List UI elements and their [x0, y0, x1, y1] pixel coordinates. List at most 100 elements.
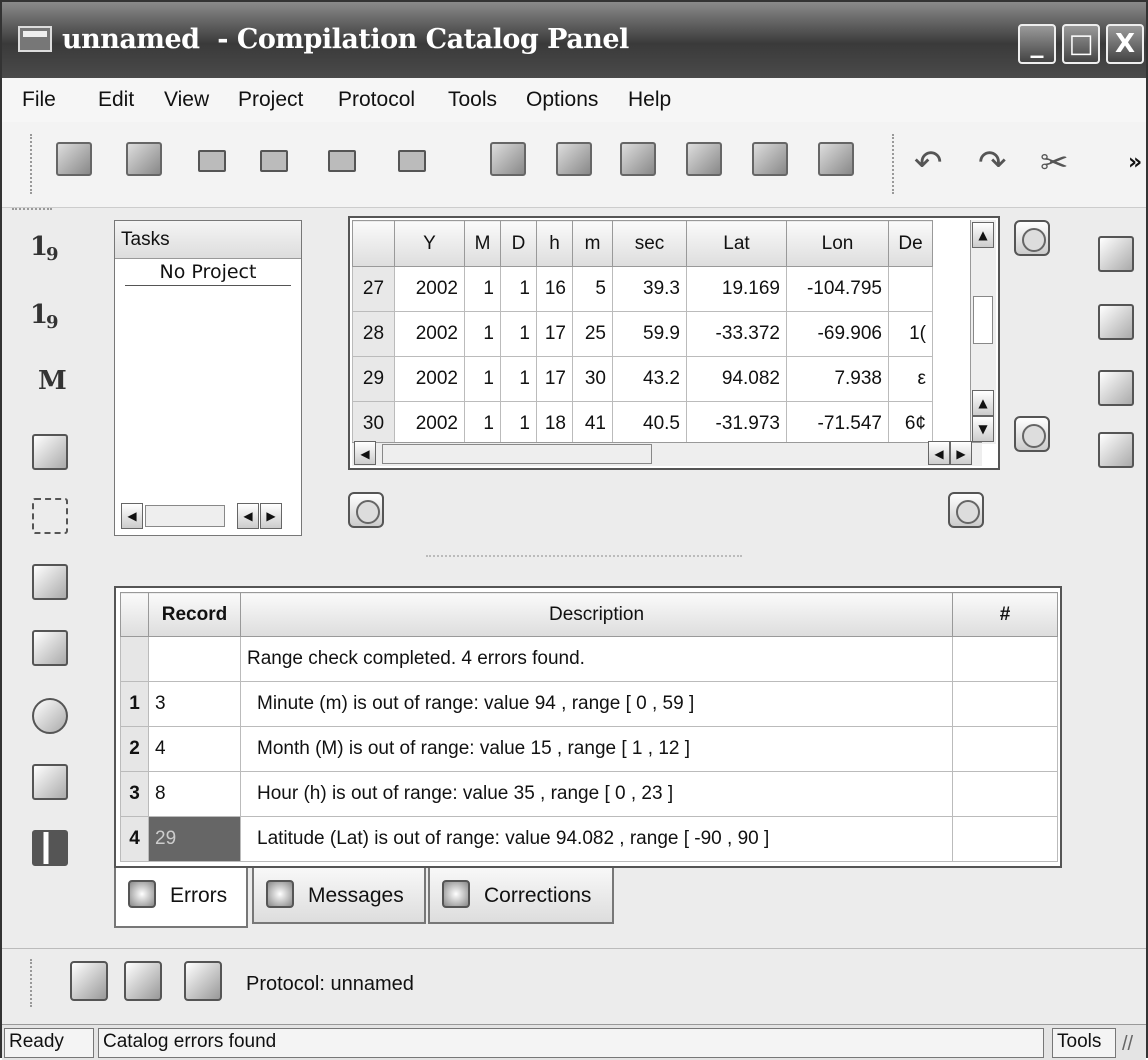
menu-protocol[interactable]: Protocol [338, 88, 415, 112]
catalog-cell[interactable]: 6¢ [888, 401, 933, 447]
close-button[interactable]: X [1106, 24, 1144, 64]
nav-left-icon[interactable] [348, 492, 384, 528]
tree-insert-icon[interactable] [28, 626, 72, 670]
scroll-left-icon[interactable]: ◀ [121, 503, 143, 529]
catalog-cell[interactable]: 43.2 [612, 356, 687, 402]
error-count-cell[interactable] [952, 816, 1058, 862]
catalog-cell[interactable]: 19.169 [686, 266, 787, 312]
catalog-cell[interactable]: -69.906 [786, 311, 889, 357]
catalog-grid[interactable]: Y M D h m sec Lat Lon De 27 2002 1 1 16 5 39.3… [348, 216, 1000, 470]
open-catalog-icon[interactable] [550, 136, 598, 184]
error-row-number[interactable]: 3 [120, 771, 149, 817]
scroll-thumb[interactable] [382, 444, 652, 464]
catalog-cell[interactable]: 1 [500, 266, 537, 312]
catalog-col-header[interactable]: h [536, 220, 573, 267]
scroll-down-icon[interactable]: ▼ [972, 416, 994, 442]
splitter-handle[interactable] [426, 555, 742, 557]
scroll-thumb[interactable] [973, 296, 993, 344]
error-row[interactable]: 1 3 Minute (m) is out of range: value 94 ,… [120, 681, 1058, 727]
catalog-row[interactable]: 28 2002 1 1 17 25 59.9 -33.372 -69.906 1( [352, 311, 933, 357]
error-row[interactable]: 2 4 Month (M) is out of range: value 15 , … [120, 726, 1058, 772]
tab-messages[interactable]: Messages [252, 868, 426, 924]
catalog-cell[interactable]: ε [888, 356, 933, 402]
magnitude-icon[interactable]: M [28, 362, 72, 406]
scroll-left-icon[interactable]: ◀ [354, 441, 376, 465]
error-row-number[interactable]: 2 [120, 726, 149, 772]
scroll-left-icon[interactable]: ◀ [928, 441, 950, 465]
row-number[interactable]: 28 [352, 311, 395, 357]
catalog-cell[interactable] [888, 266, 933, 312]
catalog-cell[interactable]: 17 [536, 311, 573, 357]
tasks-no-project[interactable]: No Project [125, 259, 291, 286]
save-catalog-icon[interactable] [746, 136, 794, 184]
catalog-cell[interactable]: 39.3 [612, 266, 687, 312]
search-range-icon[interactable] [28, 694, 72, 738]
toolbar-grip[interactable] [30, 134, 34, 194]
catalog-cell[interactable]: 94.082 [686, 356, 787, 402]
catalog-cell[interactable]: 2002 [394, 401, 465, 447]
error-description[interactable]: Month (M) is out of range: value 15 , ra… [240, 726, 953, 772]
catalog-cell[interactable]: 1 [464, 266, 501, 312]
catalog-col-header[interactable]: m [572, 220, 613, 267]
tab-corrections[interactable]: Corrections [428, 868, 614, 924]
catalog-cell[interactable]: 17 [536, 356, 573, 402]
catalog-cell[interactable]: 18 [536, 401, 573, 447]
catalog-col-header[interactable]: Lat [686, 220, 787, 267]
print-icon[interactable] [388, 136, 436, 184]
menu-project[interactable]: Project [238, 88, 303, 112]
nav-up-icon[interactable] [1014, 220, 1050, 256]
histogram-icon[interactable] [28, 826, 72, 870]
catalog-col-header[interactable]: Y [394, 220, 465, 267]
undo-icon[interactable]: ↶ [912, 136, 960, 184]
catalog-cell[interactable]: 30 [572, 356, 613, 402]
open-project-icon[interactable] [120, 136, 168, 184]
catalog-cell[interactable]: 1 [464, 311, 501, 357]
save-all-icon[interactable] [250, 136, 298, 184]
redo-icon[interactable]: ↷ [976, 136, 1024, 184]
open-icon[interactable] [50, 136, 98, 184]
error-row[interactable]: 4 29 Latitude (Lat) is out of range: value… [120, 816, 1058, 862]
error-count-cell[interactable] [952, 726, 1058, 772]
catalog-cell[interactable]: 25 [572, 311, 613, 357]
status-tools-button[interactable]: Tools [1052, 1028, 1116, 1058]
tree-icon[interactable] [28, 560, 72, 604]
catalog-search-icon[interactable] [1094, 300, 1138, 344]
catalog-cell[interactable]: -31.973 [686, 401, 787, 447]
error-row-number[interactable]: 1 [120, 681, 149, 727]
catalog-delete-icon[interactable] [1094, 428, 1138, 472]
protocol-save-icon[interactable] [122, 959, 166, 1003]
menu-file[interactable]: File [22, 88, 56, 112]
catalog-col-header[interactable]: sec [612, 220, 687, 267]
sort-1-9-icon[interactable]: 19 [28, 296, 72, 340]
catalog-cell[interactable]: 41 [572, 401, 613, 447]
cut-icon[interactable]: ✂ [1038, 136, 1086, 184]
scroll-up-icon[interactable]: ▲ [972, 390, 994, 416]
catalog-cell[interactable]: -104.795 [786, 266, 889, 312]
nav-right-icon[interactable] [948, 492, 984, 528]
error-description[interactable]: Minute (m) is out of range: value 94 , r… [240, 681, 953, 727]
catalog-cell[interactable]: 1 [500, 311, 537, 357]
scroll-thumb[interactable] [145, 505, 225, 527]
catalog-cell[interactable]: 5 [572, 266, 613, 312]
errors-summary-row[interactable]: Range check completed. 4 errors found. [120, 636, 1058, 682]
catalog-cell[interactable]: 1( [888, 311, 933, 357]
save-as-icon[interactable] [318, 136, 366, 184]
catalog-col-header[interactable]: M [464, 220, 501, 267]
catalog-col-header[interactable]: Lon [786, 220, 889, 267]
catalog-cell[interactable]: 2002 [394, 311, 465, 357]
catalog-cell[interactable]: 1 [500, 401, 537, 447]
scroll-right-icon[interactable]: ▶ [260, 503, 282, 529]
resize-grip-icon[interactable]: // [1122, 1033, 1133, 1056]
catalog-cell[interactable]: 1 [464, 356, 501, 402]
protocol-view-icon[interactable] [68, 959, 112, 1003]
menu-edit[interactable]: Edit [98, 88, 134, 112]
list-view-icon[interactable] [28, 430, 72, 474]
scroll-right-icon[interactable]: ▶ [950, 441, 972, 465]
errors-col-header[interactable] [120, 592, 149, 637]
error-record[interactable]: 29 [148, 816, 241, 862]
save-icon[interactable] [188, 136, 236, 184]
error-record[interactable]: 3 [148, 681, 241, 727]
row-number[interactable]: 27 [352, 266, 395, 312]
row-number[interactable]: 29 [352, 356, 395, 402]
catalog-cell[interactable]: -33.372 [686, 311, 787, 357]
